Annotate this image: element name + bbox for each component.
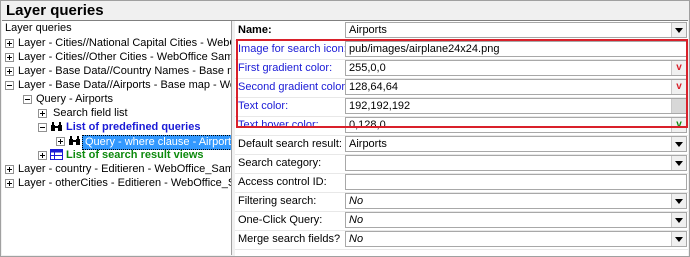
property-label: Default search result: [238,138,342,150]
tree-item-label: Layer - otherCities - Editieren - WebOff… [18,177,231,189]
name-dropdown[interactable]: Airports [345,22,687,38]
property-row-first-gradient: First gradient color: 255,0,0 v [235,59,688,79]
tree-item-label: Query - Airports [36,93,114,105]
collapse-icon[interactable] [38,123,47,132]
property-row-filtering-search: Filtering search: No [235,192,688,212]
property-value: No [349,195,364,207]
property-value: Airports [349,24,387,36]
expand-icon[interactable] [56,137,65,146]
tree-item-label: Layer - Base Data//Country Names - Base … [18,65,232,77]
property-value: No [349,214,364,226]
expand-icon[interactable] [5,179,14,188]
color-picker-button[interactable]: v [671,80,686,94]
property-label: Second gradient color: [238,81,349,93]
property-row-text-hover: Text hover color: 0,128,0 v [235,116,688,136]
tree-header: Layer queries [5,22,72,34]
chevron-down-icon[interactable] [671,194,686,208]
layer-queries-window: Layer queries Layer queries Layer - Citi… [0,0,690,257]
color-picker-button[interactable]: v [671,118,686,132]
second-gradient-field[interactable]: 128,64,64 v [345,79,687,95]
chevron-down-icon[interactable] [671,232,686,246]
tree-item-label: Layer - country - Editieren - WebOffice_… [18,163,231,175]
property-row-default-result: Default search result: Airports [235,135,688,155]
expand-icon[interactable] [5,165,14,174]
text-hover-field[interactable]: 0,128,0 v [345,117,687,133]
binoculars-icon [67,135,81,147]
chevron-down-icon[interactable] [671,213,686,227]
property-row-one-click: One-Click Query: No [235,211,688,231]
default-result-dropdown[interactable]: Airports [345,136,687,152]
property-label: Merge search fields? [238,233,341,245]
table-icon [49,149,63,161]
expand-icon[interactable] [38,151,47,160]
property-value: No [349,233,364,245]
tree-item-label: Layer - Cities//National Capital Cities … [18,37,231,49]
property-value: 255,0,0 [349,62,386,74]
property-row-access-control: Access control ID: [235,173,688,193]
window-title: Layer queries [6,2,104,19]
collapse-icon[interactable] [5,81,14,90]
tree-item-label: Query - where clause - Airports [82,135,231,150]
one-click-dropdown[interactable]: No [345,212,687,228]
property-row-search-category: Search category: [235,154,688,174]
property-label: Text hover color: [238,119,319,131]
property-label: Image for search icon: [238,43,347,55]
tree-pane[interactable]: Layer queries Layer - Cities//National C… [2,21,232,255]
expand-icon[interactable] [38,109,47,118]
property-row-text-color: Text color: 192,192,192 [235,97,688,117]
property-row-name: Name: Airports [235,21,688,41]
expand-icon[interactable] [5,53,14,62]
property-label: One-Click Query: [238,214,323,226]
property-label: Access control ID: [238,176,327,188]
chevron-down-icon[interactable] [671,156,686,170]
collapse-icon[interactable] [23,95,32,104]
chevron-down-icon[interactable] [671,137,686,151]
tree-item-label: Search field list [53,107,128,119]
tree-item-label: Layer - Base Data//Airports - Base map -… [18,79,231,91]
property-label: Name: [238,24,272,36]
property-value: 128,64,64 [349,81,398,93]
property-label: Search category: [238,157,322,169]
property-row-merge-fields: Merge search fields? No [235,230,688,250]
merge-fields-dropdown[interactable]: No [345,231,687,247]
filtering-search-dropdown[interactable]: No [345,193,687,209]
property-row-second-gradient: Second gradient color: 128,64,64 v [235,78,688,98]
property-value: pub/images/airplane24x24.png [349,43,500,55]
access-control-field[interactable] [345,174,687,190]
property-label: First gradient color: [238,62,333,74]
property-grid: Name: Airports Image for search icon: pu… [235,21,688,256]
search-category-dropdown[interactable] [345,155,687,171]
property-value: Airports [349,138,387,150]
property-value: 192,192,192 [349,100,411,112]
property-label: Text color: [238,100,289,112]
image-field[interactable]: pub/images/airplane24x24.png [345,41,687,57]
color-picker-button[interactable]: v [671,61,686,75]
text-color-field[interactable]: 192,192,192 [345,98,687,114]
expand-icon[interactable] [5,67,14,76]
tree-item-label: List of predefined queries [66,121,201,133]
property-row-image: Image for search icon: pub/images/airpla… [235,40,688,60]
tree-item-label: List of search result views [66,149,204,161]
chevron-down-icon[interactable] [671,23,686,37]
first-gradient-field[interactable]: 255,0,0 v [345,60,687,76]
binoculars-icon [49,121,63,133]
color-picker-button[interactable] [671,99,686,113]
expand-icon[interactable] [5,39,14,48]
property-label: Filtering search: [238,195,317,207]
property-value: 0,128,0 [349,119,386,131]
tree-item-label: Layer - Cities//Other Cities - WebOffice… [18,51,232,63]
